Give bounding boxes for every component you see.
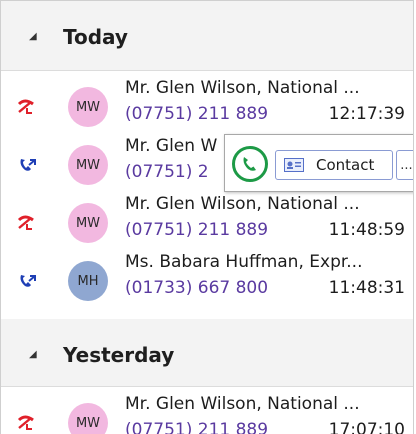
- call-row[interactable]: MH Ms. Babara Huffman, Expr... (01733) 6…: [1, 251, 413, 309]
- group-title: Yesterday: [63, 343, 175, 367]
- call-row[interactable]: MW Mr. Glen Wilson, National ... (07751)…: [1, 77, 413, 135]
- row-action-popup: Contact ...: [224, 134, 413, 192]
- contact-name: Mr. Glen Wilson, National ...: [125, 394, 360, 414]
- call-time: 17:07:10: [328, 420, 405, 434]
- missed-call-icon: [17, 215, 34, 230]
- collapse-arrow-icon[interactable]: ◢: [29, 349, 37, 360]
- avatar: MW: [68, 87, 108, 127]
- call-row[interactable]: MW Mr. Glen Wilson, National ... (07751)…: [1, 393, 413, 434]
- phone-number[interactable]: (07751) 211 889: [125, 104, 268, 124]
- call-time: 11:48:31: [328, 278, 405, 298]
- call-button[interactable]: [232, 146, 268, 182]
- avatar: MW: [68, 145, 108, 185]
- call-time: 11:48:59: [328, 220, 405, 240]
- phone-number[interactable]: (07751) 211 889: [125, 220, 268, 240]
- group-header-yesterday[interactable]: ◢ Yesterday: [1, 319, 413, 387]
- contact-name: Mr. Glen Wilson, National ...: [125, 78, 360, 98]
- phone-number[interactable]: (07751) 2: [125, 162, 209, 182]
- group-header-today[interactable]: ◢ Today: [1, 1, 413, 71]
- call-row[interactable]: MW Mr. Glen Wilson, National ... (07751)…: [1, 193, 413, 251]
- collapse-arrow-icon[interactable]: ◢: [29, 31, 37, 42]
- contact-button-label: Contact: [316, 156, 375, 174]
- phone-icon: [243, 157, 256, 171]
- missed-call-icon: [17, 99, 34, 114]
- avatar: MH: [68, 261, 108, 301]
- call-history-list: ◢ Today MW Mr. Glen Wilson, National ...…: [0, 0, 414, 434]
- more-options-button[interactable]: ...: [396, 150, 413, 180]
- avatar: MW: [68, 203, 108, 243]
- contact-name: Mr. Glen W: [125, 136, 218, 156]
- outgoing-call-icon: [20, 159, 36, 171]
- phone-number[interactable]: (01733) 667 800: [125, 278, 268, 298]
- call-time: 12:17:39: [328, 104, 405, 124]
- contact-name: Mr. Glen Wilson, National ...: [125, 194, 360, 214]
- group-title: Today: [63, 25, 128, 49]
- contact-name: Ms. Babara Huffman, Expr...: [125, 252, 363, 272]
- outgoing-call-icon: [20, 275, 36, 287]
- phone-number[interactable]: (07751) 211 889: [125, 420, 268, 434]
- contact-card-icon: [284, 158, 304, 172]
- avatar: MW: [68, 403, 108, 434]
- contact-button[interactable]: Contact: [275, 150, 393, 180]
- missed-call-icon: [17, 415, 34, 430]
